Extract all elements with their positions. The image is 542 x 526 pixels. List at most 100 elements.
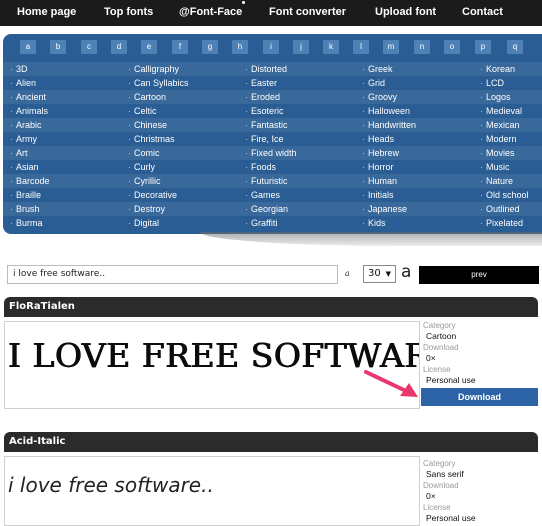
category-item[interactable]: Fire, Ice: [243, 132, 356, 146]
category-item[interactable]: Art: [8, 146, 121, 160]
nav-top-fonts[interactable]: Top fonts: [104, 0, 153, 26]
font-preview[interactable]: I LOVE FREE SOFTWARE: [4, 321, 420, 409]
letter-j[interactable]: j: [293, 40, 309, 54]
category-column-2: Calligraphy Can Syllabics Cartoon Celtic…: [126, 62, 239, 230]
category-item[interactable]: Logos: [478, 90, 542, 104]
category-item[interactable]: Calligraphy: [126, 62, 239, 76]
category-item[interactable]: Decorative: [126, 188, 239, 202]
prev-button[interactable]: prev: [419, 266, 539, 284]
category-item[interactable]: Destroy: [126, 202, 239, 216]
letter-f[interactable]: f: [172, 40, 188, 54]
category-column-3: Distorted Easter Eroded Esoteric Fantast…: [243, 62, 356, 230]
nav-font-face[interactable]: @Font-Face: [179, 0, 242, 26]
category-item[interactable]: Medieval: [478, 104, 542, 118]
preview-text-input[interactable]: i love free software..: [7, 265, 338, 284]
category-item[interactable]: Can Syllabics: [126, 76, 239, 90]
category-item[interactable]: Fantastic: [243, 118, 356, 132]
nav-dot-decoration: [242, 1, 245, 4]
category-value[interactable]: Cartoon: [423, 331, 542, 342]
letter-p[interactable]: p: [475, 40, 491, 54]
category-item[interactable]: Korean: [478, 62, 542, 76]
category-item[interactable]: Chinese: [126, 118, 239, 132]
category-item[interactable]: Digital: [126, 216, 239, 230]
category-item[interactable]: Burma: [8, 216, 121, 230]
category-item[interactable]: Easter: [243, 76, 356, 90]
letter-c[interactable]: c: [81, 40, 97, 54]
category-item[interactable]: Curly: [126, 160, 239, 174]
category-item[interactable]: Distorted: [243, 62, 356, 76]
category-item[interactable]: Halloween: [360, 104, 473, 118]
category-item[interactable]: LCD: [478, 76, 542, 90]
font-name[interactable]: FloRaTialen: [4, 297, 538, 317]
nav-contact[interactable]: Contact: [462, 0, 503, 26]
category-item[interactable]: Modern: [478, 132, 542, 146]
category-item[interactable]: Ancient: [8, 90, 121, 104]
category-item[interactable]: Graffiti: [243, 216, 356, 230]
category-item[interactable]: 3D: [8, 62, 121, 76]
font-preview[interactable]: i love free software..: [4, 456, 420, 526]
category-item[interactable]: Games: [243, 188, 356, 202]
letter-k[interactable]: k: [323, 40, 339, 54]
category-item[interactable]: Comic: [126, 146, 239, 160]
letter-l[interactable]: l: [353, 40, 369, 54]
category-item[interactable]: Celtic: [126, 104, 239, 118]
category-item[interactable]: Fixed width: [243, 146, 356, 160]
category-item[interactable]: Cartoon: [126, 90, 239, 104]
category-item[interactable]: Japanese: [360, 202, 473, 216]
category-item[interactable]: Grid: [360, 76, 473, 90]
category-item[interactable]: Army: [8, 132, 121, 146]
category-item[interactable]: Arabic: [8, 118, 121, 132]
category-item[interactable]: Handwritten: [360, 118, 473, 132]
letter-q[interactable]: q: [507, 40, 523, 54]
category-item[interactable]: Esoteric: [243, 104, 356, 118]
letter-n[interactable]: n: [414, 40, 430, 54]
letter-o[interactable]: o: [444, 40, 460, 54]
category-item[interactable]: Horror: [360, 160, 473, 174]
category-value[interactable]: Sans serif: [423, 469, 542, 480]
category-item[interactable]: Hebrew: [360, 146, 473, 160]
category-item[interactable]: Heads: [360, 132, 473, 146]
font-meta: Category Cartoon Download 0× License Per…: [423, 320, 542, 386]
category-item[interactable]: Greek: [360, 62, 473, 76]
letter-e[interactable]: e: [141, 40, 157, 54]
font-size-select[interactable]: 30 ▼: [363, 265, 396, 283]
nav-upload-font[interactable]: Upload font: [375, 0, 436, 26]
category-item[interactable]: Outlined: [478, 202, 542, 216]
category-item[interactable]: Cyrillic: [126, 174, 239, 188]
category-item[interactable]: Foods: [243, 160, 356, 174]
category-item[interactable]: Nature: [478, 174, 542, 188]
category-item[interactable]: Alien: [8, 76, 121, 90]
nav-font-converter[interactable]: Font converter: [269, 0, 346, 26]
category-item[interactable]: Georgian: [243, 202, 356, 216]
download-button[interactable]: Download: [421, 388, 538, 406]
font-preview-text: I LOVE FREE SOFTWARE: [8, 336, 420, 375]
category-item[interactable]: Christmas: [126, 132, 239, 146]
category-item[interactable]: Futuristic: [243, 174, 356, 188]
category-item[interactable]: Barcode: [8, 174, 121, 188]
category-item[interactable]: Pixelated: [478, 216, 542, 230]
category-item[interactable]: Animals: [8, 104, 121, 118]
letter-b[interactable]: b: [50, 40, 66, 54]
category-item[interactable]: Initials: [360, 188, 473, 202]
category-item[interactable]: Mexican: [478, 118, 542, 132]
category-item[interactable]: Human: [360, 174, 473, 188]
category-item[interactable]: Movies: [478, 146, 542, 160]
letter-i[interactable]: i: [263, 40, 279, 54]
letter-a[interactable]: a: [20, 40, 36, 54]
category-item[interactable]: Asian: [8, 160, 121, 174]
letter-h[interactable]: h: [232, 40, 248, 54]
category-item[interactable]: Old school: [478, 188, 542, 202]
category-item[interactable]: Eroded: [243, 90, 356, 104]
font-entry: Acid-Italic i love free software.. Categ…: [4, 432, 542, 526]
category-item[interactable]: Brush: [8, 202, 121, 216]
category-item[interactable]: Kids: [360, 216, 473, 230]
category-item[interactable]: Groovy: [360, 90, 473, 104]
font-name[interactable]: Acid-Italic: [4, 432, 538, 452]
letter-m[interactable]: m: [383, 40, 399, 54]
category-item[interactable]: Braille: [8, 188, 121, 202]
font-size-value: 30: [368, 268, 381, 279]
category-item[interactable]: Music: [478, 160, 542, 174]
letter-d[interactable]: d: [111, 40, 127, 54]
letter-g[interactable]: g: [202, 40, 218, 54]
nav-home-page[interactable]: Home page: [17, 0, 76, 26]
